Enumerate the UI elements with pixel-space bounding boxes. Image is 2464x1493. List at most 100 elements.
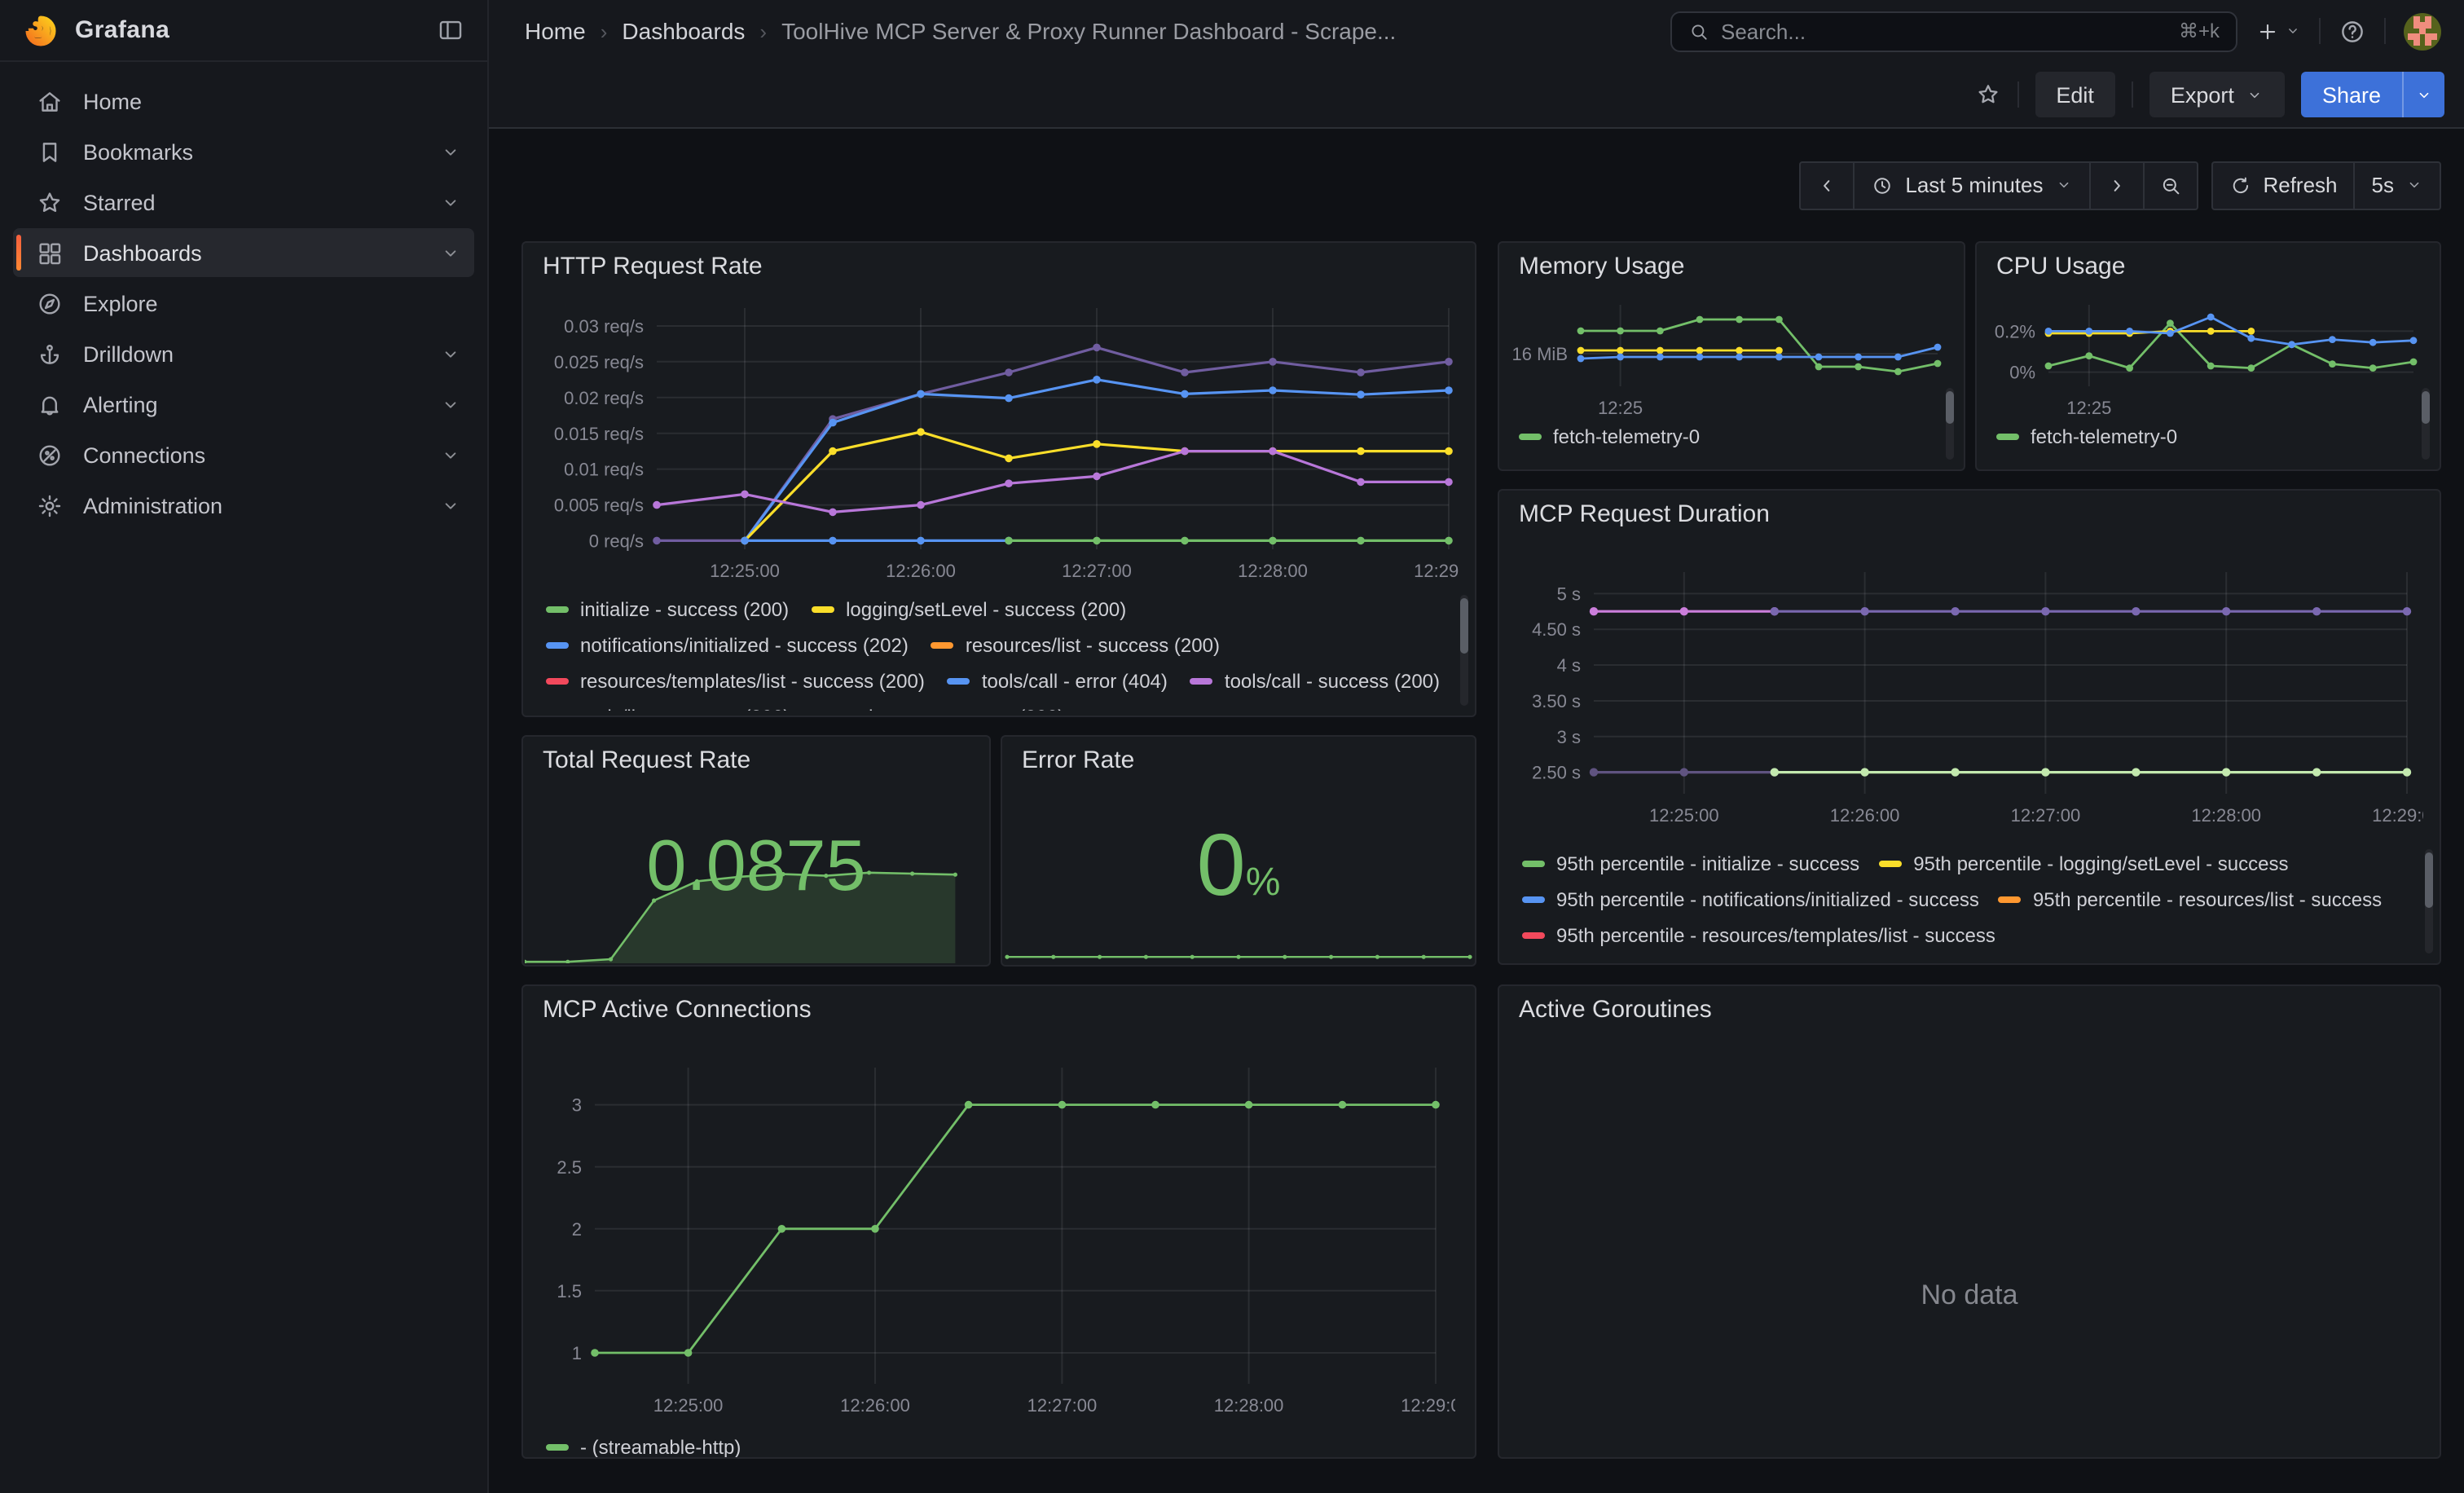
sidebar-item-dashboards[interactable]: Dashboards [13,228,474,277]
sidebar-item-drilldown[interactable]: Drilldown [13,329,474,378]
panel-mcp-request-duration: MCP Request Duration 12:25:0012:26:0012:… [1498,489,2441,965]
zoom-out-icon [2158,174,2181,196]
refresh-button[interactable]: Refresh [2211,161,2355,209]
svg-text:12:26:00: 12:26:00 [886,561,956,581]
cpu-usage-chart[interactable]: 12:250.2%0% [1987,288,2427,416]
chevron-down-icon[interactable] [440,444,461,465]
legend: - (streamable-http) [546,1429,1445,1459]
sidebar-item-bookmarks[interactable]: Bookmarks [13,127,474,176]
legend-scrollbar-thumb[interactable] [2422,391,2430,424]
export-button[interactable]: Export [2149,72,2285,117]
chevron-down-icon[interactable] [440,141,461,162]
legend-scrollbar-thumb[interactable] [1946,391,1954,424]
svg-text:2.50 s: 2.50 s [1532,763,1581,783]
svg-text:12:26:00: 12:26:00 [840,1395,910,1416]
legend-item[interactable]: tools/call - error (404) [948,663,1168,699]
panel-http-request-rate: HTTP Request Rate 12:25:0012:26:0012:27:… [521,241,1476,717]
legend-item[interactable]: fetch-telemetry-0 [1519,419,1700,455]
time-shift-back-button[interactable] [1799,161,1855,209]
share-split-button: Share [2301,72,2444,117]
legend-item[interactable]: 95th percentile - initialize - success [1522,846,1859,882]
panel-title[interactable]: Active Goroutines [1519,996,1712,1024]
http-request-rate-chart[interactable]: 12:25:0012:26:0012:27:0012:28:0012:29:00… [536,295,1459,592]
breadcrumb-item[interactable]: Dashboards [622,18,745,44]
avatar[interactable] [2404,12,2441,50]
svg-text:3.50 s: 3.50 s [1532,691,1581,711]
time-range-group: Last 5 minutes [1799,161,2198,209]
share-dropdown-button[interactable] [2402,72,2444,117]
favorite-star-icon[interactable] [1974,81,2000,108]
edit-button[interactable]: Edit [2035,72,2115,117]
divider [2319,18,2321,44]
legend-item[interactable]: notifications/initialized - success (202… [546,628,909,663]
navbar: Home›Dashboards›ToolHive MCP Server & Pr… [489,0,2464,62]
sidebar-item-connections[interactable]: Connections [13,430,474,479]
panel-title[interactable]: MCP Active Connections [543,996,812,1024]
panel-title[interactable]: HTTP Request Rate [543,253,763,280]
chevron-down-icon [2405,176,2423,194]
refresh-interval-picker[interactable]: 5s [2354,161,2441,209]
error-rate-sparkline[interactable] [1004,939,1473,962]
time-shift-forward-button[interactable] [2088,161,2144,209]
legend-item[interactable]: 95th percentile - notifications/initiali… [1522,882,1979,918]
panel-title[interactable]: CPU Usage [1996,253,2125,280]
panel-title[interactable]: MCP Request Duration [1519,500,1770,528]
sidebar-item-administration[interactable]: Administration [13,481,474,530]
chevron-down-icon[interactable] [440,394,461,415]
chevron-down-icon[interactable] [440,192,461,213]
grafana-logo-icon[interactable] [23,12,59,48]
legend-scrollbar-thumb[interactable] [1460,598,1468,654]
svg-text:12:27:00: 12:27:00 [2011,805,2081,826]
plus-icon [2255,19,2280,43]
plug-icon [36,441,64,469]
breadcrumb-item[interactable]: Home [525,18,586,44]
chevron-down-icon [2415,86,2433,103]
legend-item[interactable]: 95th percentile - resources/templates/li… [1522,918,1995,953]
svg-text:12:29:00: 12:29:00 [1401,1395,1455,1416]
sidebar-item-home[interactable]: Home [13,77,474,126]
time-range-picker[interactable]: Last 5 minutes [1853,161,2090,209]
legend: fetch-telemetry-0 [1996,419,2410,455]
legend-item[interactable]: tools/list - success (200) [546,699,790,711]
zoom-out-button[interactable] [2142,161,2198,209]
legend-item[interactable]: resources/list - success (200) [931,628,1220,663]
legend: fetch-telemetry-0 [1519,419,1934,455]
chevron-down-icon[interactable] [440,495,461,516]
sidebar-item-starred[interactable]: Starred [13,178,474,227]
sidebar-item-label: Drilldown [83,341,174,366]
chevron-down-icon[interactable] [440,242,461,263]
legend-item[interactable]: unknown - success (200) [812,699,1064,711]
mcp-request-duration-chart[interactable]: 12:25:0012:26:0012:27:0012:28:0012:29:00… [1512,540,2423,843]
mcp-active-connections-chart[interactable]: 12:25:0012:26:0012:27:0012:28:0012:29:00… [536,1045,1455,1426]
memory-usage-chart[interactable]: 12:2516 MiB [1509,288,1951,416]
sidebar-item-alerting[interactable]: Alerting [13,380,474,429]
legend-item[interactable]: resources/templates/list - success (200) [546,663,925,699]
help-icon[interactable] [2339,17,2366,45]
sidebar-item-explore[interactable]: Explore [13,279,474,328]
legend-item[interactable]: 95th percentile - logging/setLevel - suc… [1879,846,2288,882]
legend-scrollbar-thumb[interactable] [2425,852,2433,908]
share-button[interactable]: Share [2301,72,2402,117]
svg-text:12:25:00: 12:25:00 [710,561,780,581]
svg-text:0.01 req/s: 0.01 req/s [564,460,644,480]
time-controls: Last 5 minutes Refresh 5s [489,129,2464,241]
legend-item[interactable]: logging/setLevel - success (200) [812,592,1126,628]
svg-text:2: 2 [572,1219,582,1240]
panel-title[interactable]: Memory Usage [1519,253,1684,280]
legend-item[interactable]: - (streamable-http) [546,1429,741,1459]
svg-text:0%: 0% [2009,363,2035,383]
dock-menu-icon[interactable] [437,16,464,44]
search-input[interactable]: Search... ⌘+k [1670,11,2237,51]
svg-text:4.50 s: 4.50 s [1532,619,1581,640]
legend-item[interactable]: tools/call - success (200) [1190,663,1440,699]
svg-text:12:25: 12:25 [2066,398,2111,416]
panel-active-goroutines: Active Goroutines No data [1498,984,2441,1459]
legend-item[interactable]: fetch-telemetry-0 [1996,419,2177,455]
sidebar-menu: Home Bookmarks Starred Dashboards Explor… [0,62,487,530]
add-new-button[interactable] [2255,19,2301,43]
panel-title[interactable]: Error Rate [1022,746,1134,774]
panel-title[interactable]: Total Request Rate [543,746,750,774]
chevron-down-icon[interactable] [440,343,461,364]
legend-item[interactable]: initialize - success (200) [546,592,789,628]
legend-item[interactable]: 95th percentile - resources/list - succe… [1999,882,2382,918]
